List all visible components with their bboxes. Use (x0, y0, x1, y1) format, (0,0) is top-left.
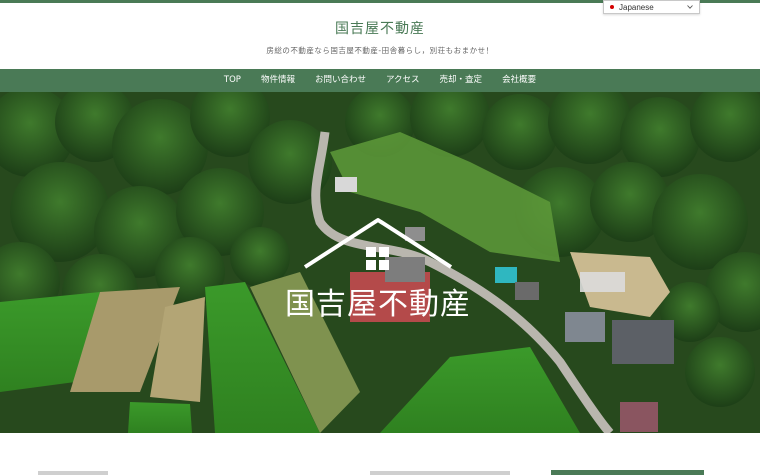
nav-item-access[interactable]: アクセス (376, 69, 430, 92)
thumbnail-strip (370, 471, 510, 475)
site-title[interactable]: 国吉屋不動産 (0, 18, 760, 38)
hero-logo-text: 国吉屋不動産 (285, 287, 471, 322)
main-navigation: TOP 物件情報 お問い合わせ アクセス 売却・査定 会社概要 (0, 69, 760, 92)
nav-item-properties[interactable]: 物件情報 (251, 69, 305, 92)
nav-item-sell-appraisal[interactable]: 売却・査定 (430, 69, 493, 92)
language-selected-label: Japanese (619, 2, 654, 12)
nav-item-contact[interactable]: お問い合わせ (305, 69, 376, 92)
nav-item-top[interactable]: TOP (214, 69, 251, 92)
flag-icon (610, 5, 614, 9)
thumbnail-strip (38, 471, 108, 475)
aerial-landscape-illustration: 国吉屋不動産 (0, 92, 760, 433)
hero-aerial-image: 国吉屋不動産 (0, 92, 760, 433)
content-area (0, 433, 760, 475)
chevron-down-icon (687, 5, 693, 9)
sidebar-header-bar (551, 470, 704, 475)
nav-item-company[interactable]: 会社概要 (492, 69, 546, 92)
site-tagline: 房総の不動産なら国吉屋不動産-田舎暮らし，別荘もおまかせ！ (266, 46, 494, 55)
language-selector[interactable]: Japanese (603, 0, 700, 14)
